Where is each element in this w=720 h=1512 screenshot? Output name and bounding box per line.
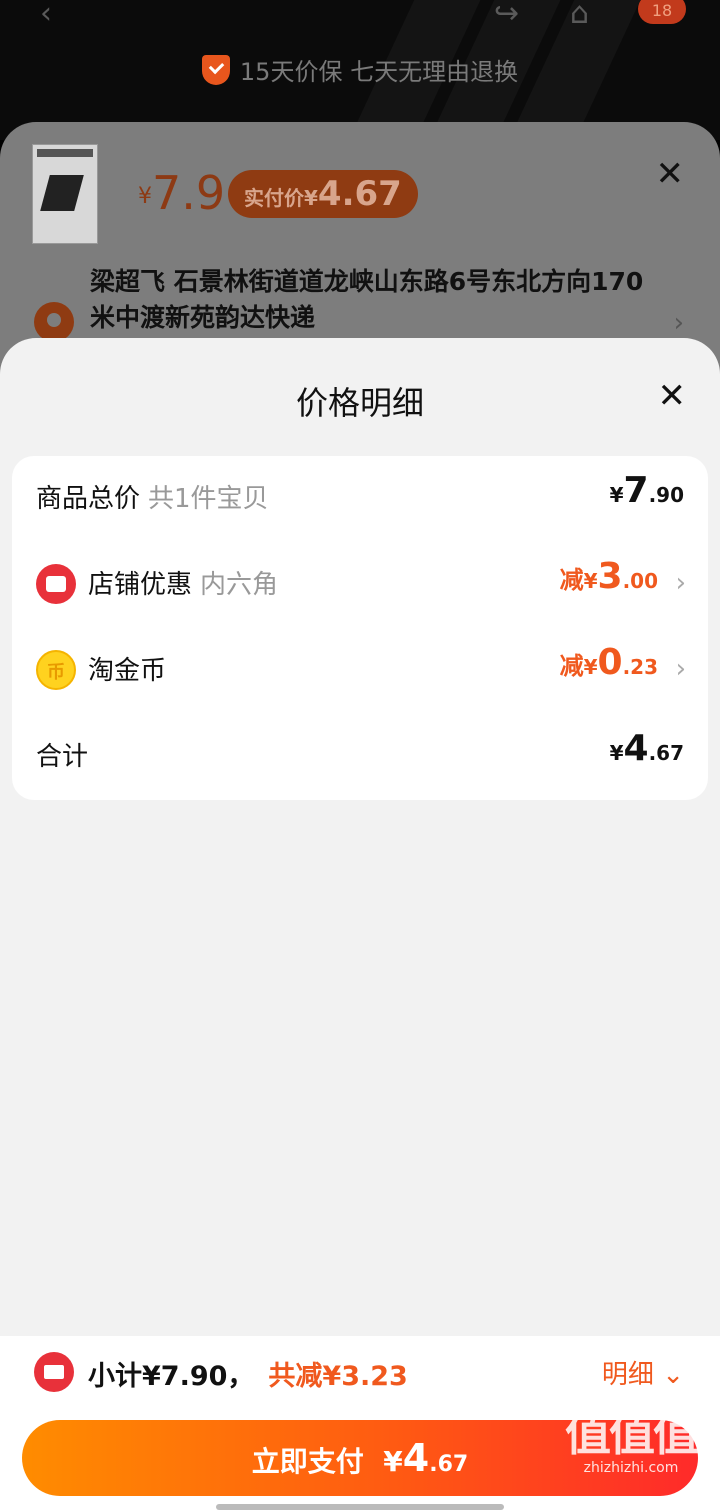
location-icon [34, 302, 74, 342]
product-price: ¥7.9 [138, 166, 226, 220]
coupon-icon [34, 1352, 74, 1392]
chevron-down-icon: ⌄ [662, 1360, 684, 1390]
row-amount: ¥4.67 [609, 728, 684, 769]
back-icon[interactable]: ‹ [40, 0, 52, 31]
row-amount: 减¥0.23 [559, 642, 658, 683]
watermark-logo: 值值值 zhizhizhi.com [565, 1407, 699, 1476]
row-label: 合计 [36, 742, 89, 772]
close-icon[interactable]: ✕ [656, 154, 685, 194]
price-detail-card: 商品总价共1件宝贝 ¥7.90 店铺优惠内六角 减¥3.00 › 淘金币 减¥0… [12, 456, 708, 800]
chevron-right-icon: › [675, 654, 686, 684]
subtotal-text: 小计¥7.90， 共减¥3.23 [88, 1361, 408, 1392]
row-goods-total: 商品总价 共1件宝贝 ¥7.90 [12, 456, 708, 542]
row-label: 淘金币 [88, 656, 167, 686]
row-total: 合计 ¥4.67 [12, 714, 708, 800]
row-label: 商品总价 共1件宝贝 [36, 484, 269, 514]
shop-icon [36, 564, 76, 604]
shield-icon [201, 55, 230, 85]
sheet-title: 价格明细 [295, 384, 424, 422]
chevron-right-icon: › [675, 568, 686, 598]
guarantee-strip: 15天价保 七天无理由退换 [0, 52, 720, 87]
home-indicator [216, 1504, 504, 1510]
top-background: ‹ ↪ ⌂ 18 15天价保 七天无理由退换 [0, 0, 720, 140]
share-icon[interactable]: ↪ [494, 0, 519, 31]
chevron-right-icon: › [673, 308, 684, 338]
coin-icon [36, 650, 76, 690]
detail-toggle[interactable]: 明细 ⌄ [602, 1354, 684, 1391]
row-shop-discount[interactable]: 店铺优惠 内六角 减¥3.00 › [12, 542, 708, 628]
row-label: 店铺优惠 内六角 [88, 570, 279, 600]
checkout-bar: 小计¥7.90， 共减¥3.23 明细 ⌄ 立即支付 ¥4.67 值值值 zhiz… [0, 1336, 720, 1512]
row-taojinbi[interactable]: 淘金币 减¥0.23 › [12, 628, 708, 714]
close-icon[interactable]: ✕ [658, 376, 687, 416]
saved-amount: 共减¥3.23 [268, 1361, 408, 1392]
cart-count-badge: 18 [638, 0, 686, 24]
row-amount: 减¥3.00 [559, 556, 658, 597]
guarantee-text: 15天价保 七天无理由退换 [239, 58, 519, 86]
shipping-address[interactable]: 梁超飞 石景林街道道龙峡山东路6号东北方向170米中渡新苑韵达快递 [90, 264, 660, 336]
product-thumbnail [32, 144, 98, 244]
row-amount: ¥7.90 [609, 470, 684, 511]
paid-price-pill: 实付价¥4.67 [228, 170, 418, 218]
cart-icon[interactable]: ⌂ [570, 0, 589, 31]
